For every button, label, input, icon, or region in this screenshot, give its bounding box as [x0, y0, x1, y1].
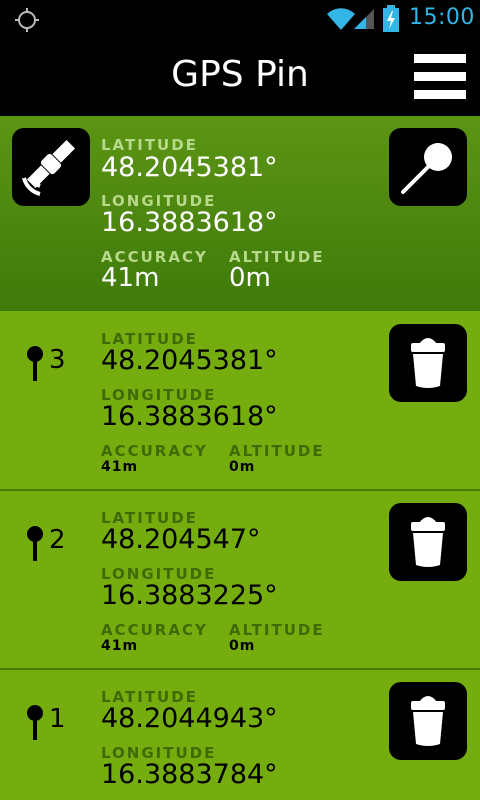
trash-icon — [411, 517, 445, 567]
menu-icon-bar — [414, 72, 466, 81]
latitude-value: 48.2044943° — [101, 703, 278, 734]
status-bar: 15:00 — [0, 0, 480, 38]
pin-row[interactable]: 2 LATITUDE 48.204547° LONGITUDE 16.38832… — [0, 491, 480, 669]
pin-number: 1 — [49, 704, 66, 734]
altitude-label: ALTITUDE — [229, 442, 325, 460]
delete-pin-button[interactable] — [389, 324, 467, 402]
latitude-value: 48.2045381° — [101, 345, 278, 376]
longitude-value: 16.3883618° — [101, 401, 278, 432]
accuracy-label: ACCURACY — [101, 442, 208, 460]
longitude-value: 16.3883618° — [101, 207, 278, 238]
current-location-card: LATITUDE 48.2045381° LONGITUDE 16.388361… — [0, 116, 480, 311]
altitude-value: 0m — [229, 263, 271, 293]
latitude-value: 48.204547° — [101, 524, 261, 555]
action-bar: GPS Pin — [0, 38, 480, 116]
accuracy-value: 41m — [101, 459, 139, 475]
status-time: 15:00 — [409, 5, 475, 30]
pushpin-icon — [27, 526, 43, 561]
altitude-value: 0m — [229, 459, 256, 475]
delete-pin-button[interactable] — [389, 682, 467, 760]
signal-icon — [354, 9, 374, 29]
menu-button[interactable] — [412, 52, 468, 100]
trash-icon — [411, 696, 445, 746]
altitude-value: 0m — [229, 638, 256, 654]
pin-drop-icon — [401, 143, 452, 194]
pin-row[interactable]: 3 LATITUDE 48.2045381° LONGITUDE 16.3883… — [0, 311, 480, 489]
add-pin-button[interactable] — [389, 128, 467, 206]
trash-icon — [411, 338, 445, 388]
menu-icon-bar — [414, 54, 466, 63]
pin-number: 2 — [49, 525, 66, 555]
pushpin-icon — [27, 346, 43, 381]
app-title: GPS Pin — [171, 54, 309, 95]
satellite-icon — [12, 128, 90, 206]
accuracy-label: ACCURACY — [101, 621, 208, 639]
delete-pin-button[interactable] — [389, 503, 467, 581]
accuracy-value: 41m — [101, 638, 139, 654]
pushpin-icon — [27, 705, 43, 740]
battery-charging-icon — [383, 5, 399, 32]
menu-icon-bar — [414, 90, 466, 99]
longitude-value: 16.3883225° — [101, 580, 278, 611]
longitude-value: 16.3883784° — [101, 759, 278, 790]
accuracy-value: 41m — [101, 263, 160, 293]
altitude-label: ALTITUDE — [229, 621, 325, 639]
pin-number: 3 — [49, 345, 66, 375]
pin-row[interactable]: 1 LATITUDE 48.2044943° LONGITUDE 16.3883… — [0, 670, 480, 800]
latitude-value: 48.2045381° — [101, 152, 278, 183]
gps-status-icon — [15, 8, 39, 32]
